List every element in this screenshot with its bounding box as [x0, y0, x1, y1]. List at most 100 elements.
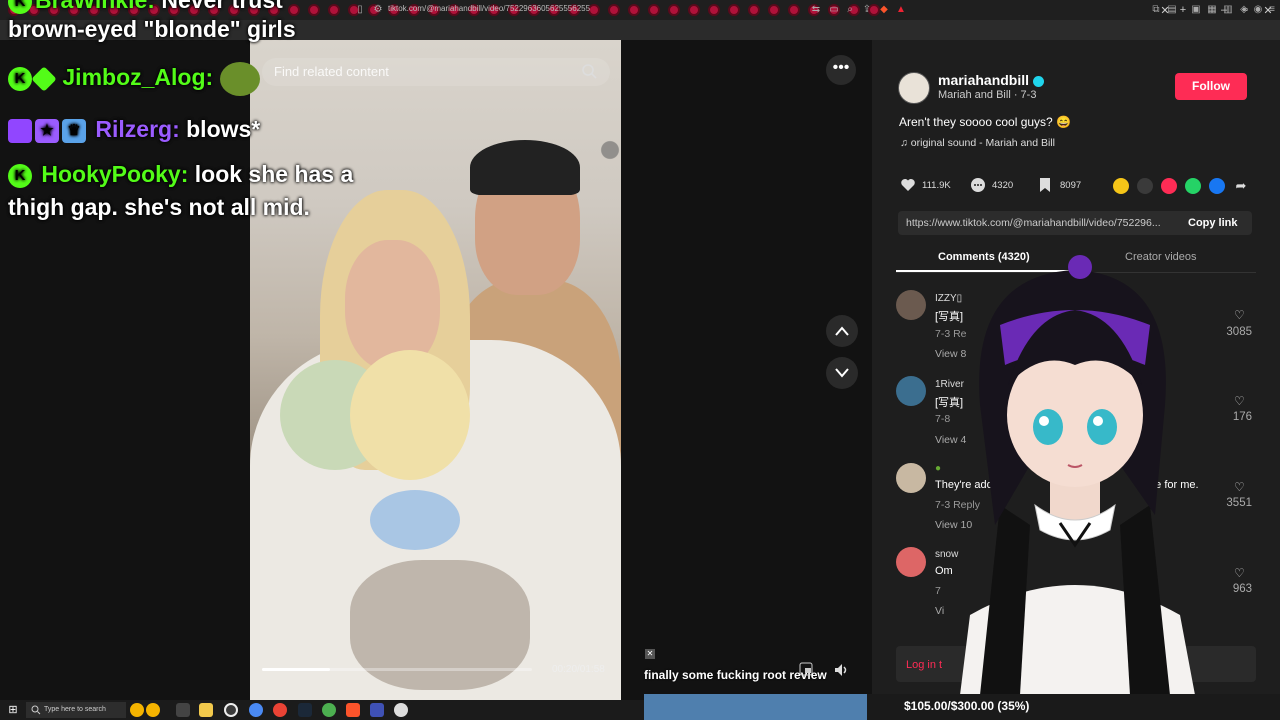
start-menu-icon[interactable]: ⊞	[6, 703, 20, 717]
creator-avatar[interactable]	[898, 72, 930, 104]
next-video-button[interactable]	[826, 357, 858, 389]
vscode-icon[interactable]	[370, 703, 384, 717]
heart-icon	[901, 179, 915, 191]
video-time: 00:20/01:58	[552, 664, 605, 675]
extensions-icon[interactable]: ⧉	[1150, 4, 1162, 16]
browser-tab[interactable]	[328, 4, 340, 16]
app-icon[interactable]	[322, 703, 336, 717]
whatsapp-icon[interactable]	[1185, 178, 1201, 194]
comment-button[interactable]: 4320	[970, 177, 1013, 193]
chevron-down-icon	[835, 368, 849, 378]
volume-icon[interactable]	[834, 662, 850, 678]
send-icon[interactable]	[1161, 178, 1177, 194]
chrome-icon[interactable]	[273, 703, 287, 717]
creator-username[interactable]: mariahandbill	[938, 72, 1045, 88]
chat-text: blows*	[186, 116, 261, 142]
verified-icon	[1033, 75, 1045, 87]
obs-icon[interactable]	[224, 703, 238, 717]
related-search-placeholder[interactable]: Find related content	[274, 64, 389, 79]
site-info-icon[interactable]: ⚙	[372, 4, 384, 16]
browser-tab[interactable]	[308, 4, 320, 16]
browser-tab[interactable]	[768, 4, 780, 16]
app-icon[interactable]	[249, 703, 263, 717]
menu-icon[interactable]: ≡	[1266, 4, 1278, 16]
facebook-icon[interactable]	[1209, 178, 1225, 194]
login-link[interactable]: Log in t	[906, 659, 942, 671]
browser-tab[interactable]	[728, 4, 740, 16]
comment-avatar[interactable]	[896, 290, 926, 320]
task-view-icon[interactable]	[176, 703, 190, 717]
chat-message: K HookyPooky: look she has a	[8, 159, 353, 190]
brave-icon[interactable]	[346, 703, 360, 717]
twitch-badge-icon	[8, 118, 32, 143]
reading-list-icon[interactable]: ▦	[1206, 4, 1218, 16]
vpn-icon[interactable]: ◈	[1238, 4, 1250, 16]
chat-message-continued: thigh gap. she's not all mid.	[8, 194, 310, 220]
share-page-icon[interactable]: ⇪	[861, 4, 873, 16]
app-icon[interactable]	[394, 703, 408, 717]
save-button[interactable]: 8097	[1038, 177, 1081, 193]
browser-tab[interactable]	[628, 4, 640, 16]
chat-username: Jimboz_Alog:	[62, 64, 214, 91]
profile-icon[interactable]: ◉	[1252, 4, 1264, 16]
chat-username: BraWinkle:	[35, 0, 155, 13]
downloads-icon[interactable]: ▥	[1222, 4, 1234, 16]
bookmark-icon[interactable]: ▯	[354, 4, 366, 16]
follow-button[interactable]: Follow	[1175, 73, 1247, 100]
wallet-icon[interactable]: ▣	[1190, 4, 1202, 16]
steam-icon[interactable]	[298, 703, 312, 717]
sidebar-icon[interactable]: ▤	[1166, 4, 1178, 16]
video-frame-plush-yellow	[350, 350, 470, 480]
sound-link[interactable]: ♫ original sound - Mariah and Bill	[900, 137, 1055, 149]
emoji-icon[interactable]	[146, 703, 160, 717]
url-field[interactable]: tiktok.com/@mariahandbill/video/75229636…	[388, 4, 590, 13]
more-options-button[interactable]: •••	[826, 55, 856, 85]
chevron-up-icon	[835, 326, 849, 336]
video-frame-fan	[580, 120, 621, 180]
browser-tab[interactable]	[648, 4, 660, 16]
share-arrow-icon[interactable]: ➦	[1233, 178, 1249, 194]
browser-tab[interactable]	[708, 4, 720, 16]
taskbar-search-placeholder[interactable]: Type here to search	[44, 706, 106, 713]
comment-heart-icon[interactable]: ♡	[1234, 308, 1245, 322]
comment-heart-icon[interactable]: ♡	[1234, 394, 1245, 408]
comment-like-count: 176	[1232, 411, 1252, 423]
browser-tab[interactable]	[688, 4, 700, 16]
like-button[interactable]: 111.9K	[900, 177, 951, 193]
chat-username: HookyPooky:	[41, 161, 189, 187]
brave-shield-icon[interactable]: ◆	[878, 4, 890, 16]
star-badge-icon: ★	[35, 118, 59, 143]
file-explorer-icon[interactable]	[199, 703, 213, 717]
alert-close-icon[interactable]: ✕	[645, 649, 655, 659]
previous-video-button[interactable]	[826, 315, 858, 347]
comment-heart-icon[interactable]: ♡	[1234, 480, 1245, 494]
embed-icon[interactable]	[1137, 178, 1153, 194]
comment-heart-icon[interactable]: ♡	[1234, 566, 1245, 580]
emoji-icon[interactable]	[130, 703, 144, 717]
comment-like-count: 963	[1232, 583, 1252, 595]
copy-link-button[interactable]: Copy link	[1188, 217, 1238, 229]
picture-in-picture-icon[interactable]	[799, 662, 813, 676]
video-caption: Aren't they soooo cool guys? 😄	[899, 115, 1071, 129]
search-icon[interactable]	[581, 63, 597, 79]
comment-count: 4320	[992, 179, 1014, 191]
zoom-icon[interactable]: ⌕	[844, 4, 856, 16]
donation-goal-text: $105.00/$300.00 (35%)	[904, 699, 1030, 713]
comment-avatar[interactable]	[896, 376, 926, 406]
browser-tab[interactable]	[608, 4, 620, 16]
chat-username: Rilzerg:	[95, 116, 180, 142]
video-frame-plush-blue	[370, 490, 460, 550]
comment-avatar[interactable]	[896, 547, 926, 577]
browser-tab[interactable]	[788, 4, 800, 16]
comment-like-count: 3085	[1226, 326, 1252, 338]
creator-subline: Mariah and Bill · 7-3	[938, 89, 1037, 101]
translate-icon[interactable]: ⇆	[810, 4, 822, 16]
browser-tab[interactable]	[668, 4, 680, 16]
video-player[interactable]: Find related content 00:20/01:58	[250, 40, 621, 700]
browser-tab[interactable]	[748, 4, 760, 16]
video-progress-bar[interactable]	[262, 668, 532, 671]
brave-rewards-icon[interactable]: ▲	[895, 4, 907, 16]
cast-icon[interactable]: ▭	[828, 4, 840, 16]
coin-icon[interactable]	[1113, 178, 1129, 194]
comment-avatar[interactable]	[896, 463, 926, 493]
